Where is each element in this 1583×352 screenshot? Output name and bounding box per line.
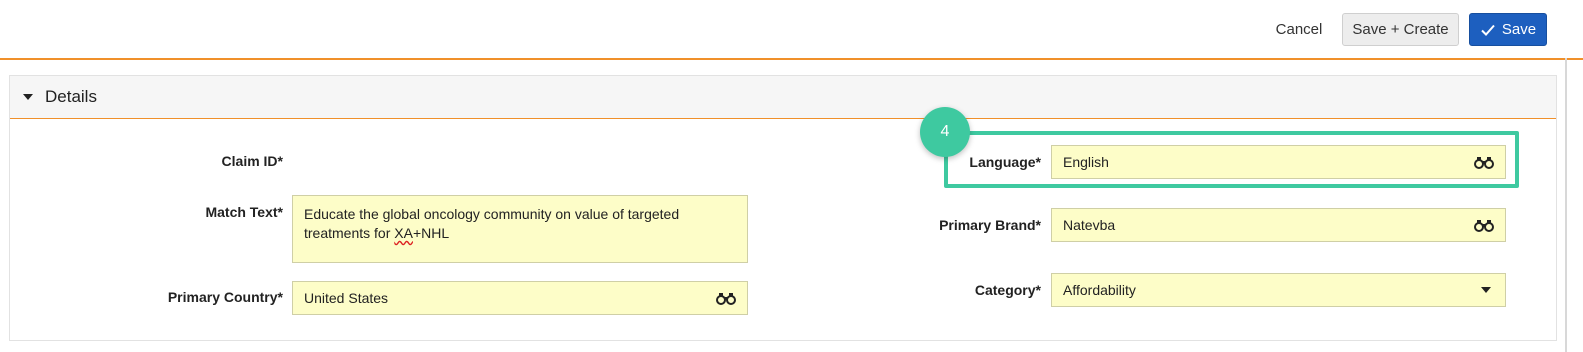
category-select[interactable]: Affordability bbox=[1051, 273, 1506, 307]
binoculars-lookup-icon[interactable] bbox=[1474, 218, 1494, 232]
category-label: Category* bbox=[974, 282, 1041, 298]
save-create-button[interactable]: Save + Create bbox=[1342, 13, 1459, 46]
primary-country-field[interactable]: United States bbox=[292, 281, 748, 315]
vertical-scrollbar[interactable] bbox=[1565, 58, 1567, 352]
save-button[interactable]: Save bbox=[1469, 13, 1547, 46]
caret-down-icon bbox=[23, 94, 33, 100]
match-text-field[interactable]: Educate the global oncology community on… bbox=[292, 195, 748, 263]
claim-id-label: Claim ID* bbox=[221, 153, 283, 169]
misspelled-word: XA bbox=[394, 225, 413, 241]
step-number-badge: 4 bbox=[920, 107, 970, 157]
primary-brand-field[interactable]: Natevba bbox=[1051, 208, 1506, 242]
primary-country-value: United States bbox=[304, 290, 389, 306]
checkmark-icon bbox=[1481, 24, 1495, 36]
binoculars-lookup-icon[interactable] bbox=[716, 291, 736, 305]
primary-brand-label: Primary Brand* bbox=[939, 217, 1041, 233]
primary-country-label: Primary Country* bbox=[167, 289, 283, 305]
details-section-header[interactable]: Details bbox=[10, 76, 1556, 119]
section-title: Details bbox=[45, 87, 97, 106]
chevron-down-icon[interactable] bbox=[1481, 287, 1491, 293]
step-highlight-box bbox=[944, 131, 1519, 188]
save-button-label: Save bbox=[1501, 21, 1537, 38]
match-text-value: Educate the global oncology community on… bbox=[304, 206, 680, 241]
category-value: Affordability bbox=[1063, 282, 1136, 298]
top-toolbar: Cancel Save + Create Save bbox=[0, 0, 1583, 60]
primary-brand-value: Natevba bbox=[1063, 217, 1116, 233]
match-text-label: Match Text* bbox=[205, 204, 283, 220]
cancel-button[interactable]: Cancel bbox=[1264, 13, 1334, 46]
